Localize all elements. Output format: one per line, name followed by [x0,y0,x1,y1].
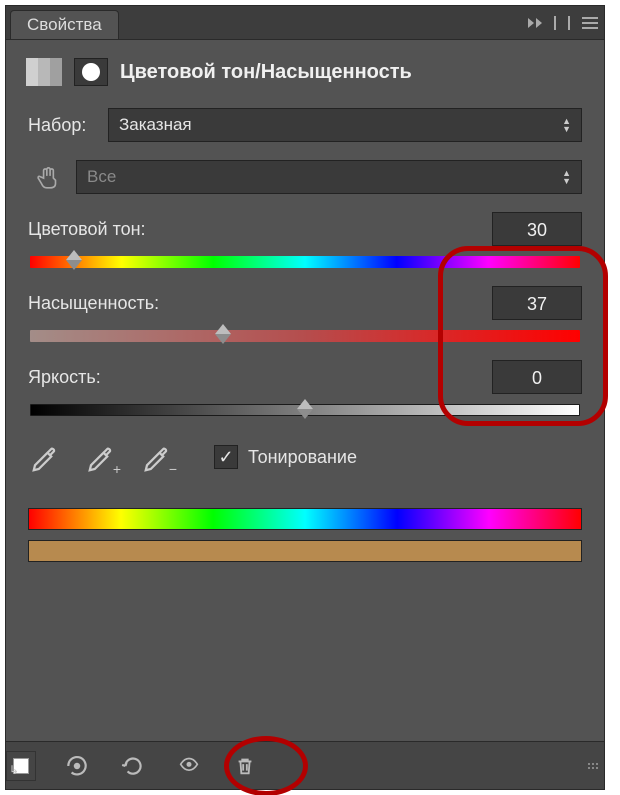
preset-row: Набор: Заказная ▲▼ [28,108,582,142]
input-spectrum-bar [28,508,582,530]
tab-label: Свойства [27,15,102,35]
channel-row: Все ▲▼ [28,156,582,198]
dropdown-chevrons-icon: ▲▼ [562,169,571,185]
lightness-slider-track[interactable] [30,404,580,416]
reset-icon[interactable] [118,751,148,781]
eyedropper-add-icon[interactable]: + [84,440,118,474]
saturation-label: Насыщенность: [28,293,159,314]
preset-selected: Заказная [119,115,192,135]
eyedropper-subtract-icon[interactable]: − [140,440,174,474]
collapse-icon[interactable] [528,18,542,28]
hue-slider-thumb[interactable] [66,250,82,270]
lightness-label: Яркость: [28,367,101,388]
hue-slider-track[interactable] [30,256,580,268]
output-tone-bar [28,540,582,562]
hue-label: Цветовой тон: [28,219,146,240]
tab-properties[interactable]: Свойства [10,10,119,39]
lightness-slider-thumb[interactable] [297,399,313,419]
toggle-visibility-icon[interactable] [174,751,204,781]
saturation-value-input[interactable]: 37 [492,286,582,320]
view-previous-state-icon[interactable] [62,751,92,781]
eyedropper-icon[interactable] [28,440,62,474]
colorize-label: Тонирование [248,447,357,468]
hue-slider-block: Цветовой тон: 30 [28,212,582,268]
tools-row: + − ✓ Тонирование [28,440,582,474]
lightness-value-input[interactable]: 0 [492,360,582,394]
saturation-slider-block: Насыщенность: 37 [28,286,582,342]
delete-icon[interactable] [230,751,260,781]
colorize-checkbox-icon[interactable]: ✓ [214,445,238,469]
divider [554,16,556,30]
divider [568,16,570,30]
preset-select[interactable]: Заказная ▲▼ [108,108,582,142]
colorize-check[interactable]: ✓ Тонирование [214,445,357,469]
hue-value-input[interactable]: 30 [492,212,582,246]
panel-title: Цветовой тон/Насыщенность [120,61,412,84]
dropdown-chevrons-icon: ▲▼ [562,117,571,133]
channel-selected: Все [87,167,116,187]
saturation-slider-thumb[interactable] [215,324,231,344]
preset-label: Набор: [28,115,108,136]
properties-panel: Свойства Цветовой тон/Насыщенность Набор… [5,5,605,790]
panel-tabbar: Свойства [6,6,604,40]
clip-to-layer-button[interactable]: ↳ [6,751,36,781]
targeted-adjustment-icon[interactable] [28,156,70,198]
lightness-slider-block: Яркость: 0 [28,360,582,416]
saturation-slider-track[interactable] [30,330,580,342]
panel-menu-icon[interactable] [582,17,598,29]
adjustment-header: Цветовой тон/Насыщенность [6,40,604,108]
channel-select[interactable]: Все ▲▼ [76,160,582,194]
hue-sat-adjustment-icon [26,58,62,86]
spectrum-preview [28,508,582,562]
panel-bottom-bar: ↳ [6,741,604,789]
panel-content: Набор: Заказная ▲▼ Все ▲▼ Цветовой тон: … [6,108,604,562]
resize-grip-icon[interactable] [588,763,598,769]
layer-mask-icon[interactable] [74,58,108,86]
